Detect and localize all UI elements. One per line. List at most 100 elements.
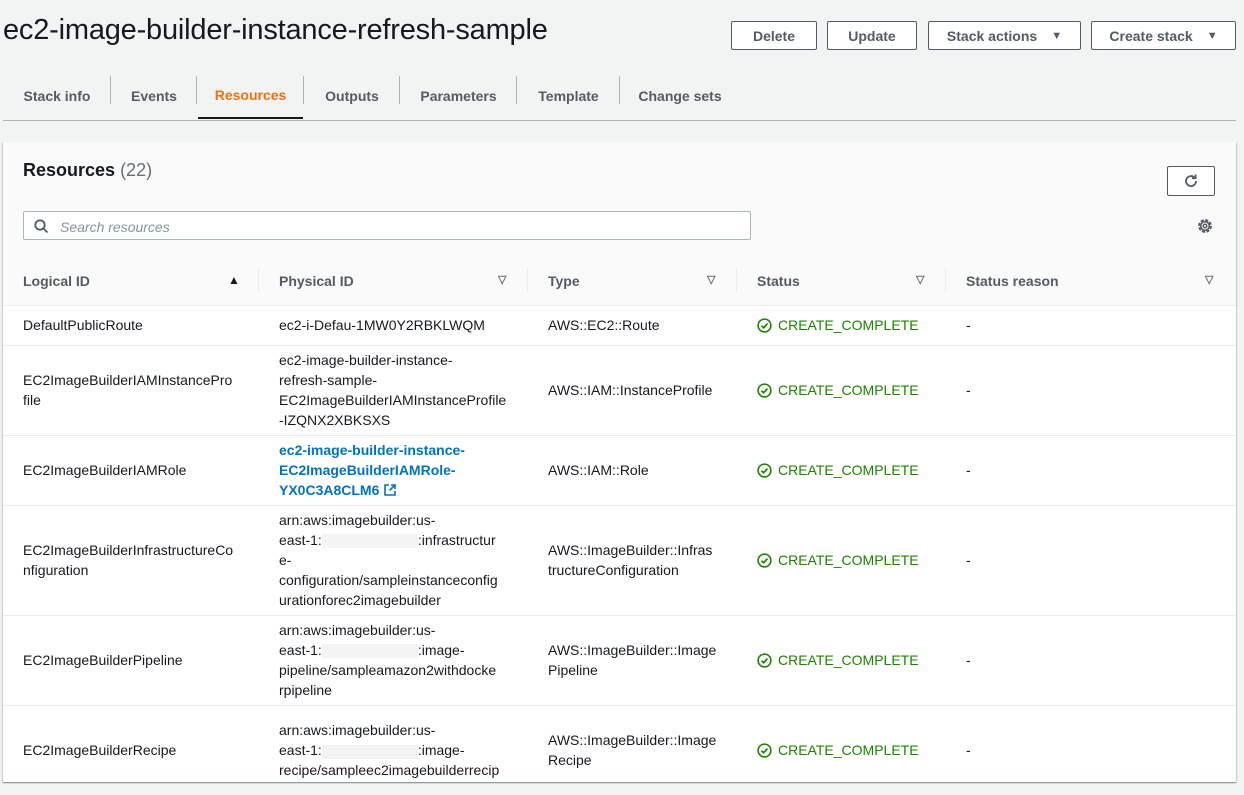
status-cell: CREATE_COMPLETE [737, 615, 946, 705]
refresh-button[interactable] [1167, 166, 1215, 196]
status-badge: CREATE_COMPLETE [757, 315, 946, 335]
type-cell: AWS::IAM::InstanceProfile [528, 345, 737, 435]
type-cell: AWS::ImageBuilder::Image Pipeline [528, 615, 737, 705]
logical-id-cell: EC2ImageBuilderRecipe [3, 705, 259, 795]
tab-outputs[interactable]: Outputs [304, 72, 400, 119]
resources-table: Logical ID ▲ Physical ID ▽ Type ▽ Status ▽ S… [3, 256, 1236, 795]
physical-id-cell: ec2-i-Defau-1MW0Y2RBKLWQM [259, 305, 528, 345]
resources-title: Resources [23, 160, 116, 180]
physical-id-cell: arn:aws:imagebuilder:us-east-1::infrastr… [259, 505, 528, 615]
column-header-logical-id[interactable]: Logical ID ▲ [3, 256, 259, 305]
physical-id-text: rpipeline [279, 682, 332, 698]
status-text: CREATE_COMPLETE [778, 317, 919, 333]
tab-stack-info[interactable]: Stack info [3, 72, 111, 119]
physical-id-text: arn:aws:imagebuilder:us- [279, 622, 436, 638]
redacted-account-id [321, 534, 418, 549]
delete-button[interactable]: Delete [731, 21, 817, 50]
logical-id-text: EC2ImageBuilderRecipe [23, 742, 177, 759]
redacted-account-id [321, 644, 418, 659]
status-text: CREATE_COMPLETE [778, 382, 919, 398]
tab-label: Template [538, 87, 599, 104]
logical-id-text: nfiguration [23, 562, 89, 578]
physical-id-text: -IZQNX2XBKSXS [279, 412, 391, 428]
status-reason-cell: - [946, 505, 1236, 615]
status-cell: CREATE_COMPLETE [737, 435, 946, 505]
stack-actions-label: Stack actions [946, 27, 1038, 44]
status-cell: CREATE_COMPLETE [737, 505, 946, 615]
status-reason-text: - [966, 552, 971, 568]
physical-id-text: EC2ImageBuilderIAMInstanceProfile [279, 392, 507, 408]
search-input[interactable] [58, 215, 742, 238]
type-text: AWS::ImageBuilder::Image [548, 732, 717, 749]
tab-label: Events [131, 87, 177, 104]
logical-id-text: DefaultPublicRoute [23, 317, 143, 333]
logical-id-text: EC2ImageBuilderInfrastructureCo [23, 542, 234, 558]
physical-id-text: e- [279, 552, 292, 568]
column-header-status-reason[interactable]: Status reason ▽ [946, 256, 1236, 305]
status-badge: CREATE_COMPLETE [757, 650, 946, 670]
column-label: Logical ID [23, 273, 90, 289]
type-cell: AWS::ImageBuilder::Infras tructureConfigu… [528, 505, 737, 615]
sort-icon: ▽ [707, 274, 716, 286]
table-row: DefaultPublicRoute ec2-i-Defau-1MW0Y2RBK… [3, 305, 1236, 345]
tab-events[interactable]: Events [111, 72, 197, 119]
tab-label: Parameters [420, 87, 497, 104]
create-stack-button[interactable]: Create stack ▼ [1091, 21, 1236, 50]
status-badge: CREATE_COMPLETE [757, 460, 946, 480]
caret-down-icon: ▼ [1051, 29, 1063, 42]
status-reason-cell: - [946, 615, 1236, 705]
update-button[interactable]: Update [827, 21, 917, 50]
column-header-physical-id[interactable]: Physical ID ▽ [259, 256, 528, 305]
status-reason-text: - [966, 462, 971, 478]
tab-resources[interactable]: Resources [198, 72, 303, 119]
external-link-icon[interactable] [383, 483, 397, 497]
caret-down-icon: ▼ [1206, 29, 1218, 42]
sort-icon: ▽ [1205, 274, 1214, 286]
type-text: AWS::IAM::Role [548, 462, 649, 478]
check-circle-icon [757, 382, 772, 398]
check-circle-icon [757, 652, 772, 668]
physical-id-text: urationforec2imagebuilder [279, 592, 441, 608]
status-reason-cell: - [946, 305, 1236, 345]
status-cell: CREATE_COMPLETE [737, 705, 946, 795]
resources-heading: Resources (22) [23, 160, 152, 181]
gear-icon[interactable] [1196, 217, 1214, 235]
table-header-row: Logical ID ▲ Physical ID ▽ Type ▽ Status ▽ S… [3, 256, 1236, 305]
redacted-account-id [321, 744, 418, 759]
sort-icon: ▽ [916, 274, 925, 286]
type-cell: AWS::IAM::Role [528, 435, 737, 505]
type-cell: AWS::EC2::Route [528, 305, 737, 345]
status-text: CREATE_COMPLETE [778, 462, 919, 478]
tab-change-sets[interactable]: Change sets [620, 72, 740, 119]
column-header-type[interactable]: Type ▽ [528, 256, 737, 305]
update-button-label: Update [848, 27, 896, 44]
create-stack-label: Create stack [1109, 27, 1193, 44]
table-row: EC2ImageBuilderRecipe arn:aws:imagebuild… [3, 705, 1236, 795]
status-text: CREATE_COMPLETE [778, 742, 919, 759]
status-reason-cell: - [946, 705, 1236, 795]
logical-id-cell: DefaultPublicRoute [3, 305, 259, 345]
logical-id-cell: EC2ImageBuilderInfrastructureCo nfigurati… [3, 505, 259, 615]
physical-id-link[interactable]: ec2-image-builder-instance- EC2ImageBuild… [279, 442, 465, 498]
column-header-status[interactable]: Status ▽ [737, 256, 946, 305]
logical-id-cell: EC2ImageBuilderPipeline [3, 615, 259, 705]
page-title: ec2-image-builder-instance-refresh-sampl… [3, 14, 548, 46]
tab-label: Stack info [23, 87, 91, 104]
physical-id-text: ec2-image-builder-instance- [279, 442, 465, 458]
physical-id-text: recipe/sampleec2imagebuilderrecip [279, 762, 500, 779]
tab-bar: Stack info Events Resources Outputs Para… [3, 72, 1236, 121]
type-text: AWS::EC2::Route [548, 317, 660, 333]
logical-id-text: EC2ImageBuilderPipeline [23, 652, 183, 668]
stack-actions-button[interactable]: Stack actions ▼ [928, 21, 1081, 50]
resources-count: (22) [120, 160, 153, 180]
tab-label: Outputs [325, 87, 379, 104]
status-text: CREATE_COMPLETE [778, 552, 919, 568]
sort-icon: ▽ [498, 274, 507, 286]
table-row: EC2ImageBuilderPipeline arn:aws:imagebui… [3, 615, 1236, 705]
tab-template[interactable]: Template [517, 72, 620, 119]
logical-id-cell: EC2ImageBuilderIAMInstancePro file [3, 345, 259, 435]
tab-divider [196, 76, 197, 104]
search-field [23, 211, 751, 240]
table-row: EC2ImageBuilderIAMInstancePro file ec2-im… [3, 345, 1236, 435]
tab-parameters[interactable]: Parameters [400, 72, 517, 119]
